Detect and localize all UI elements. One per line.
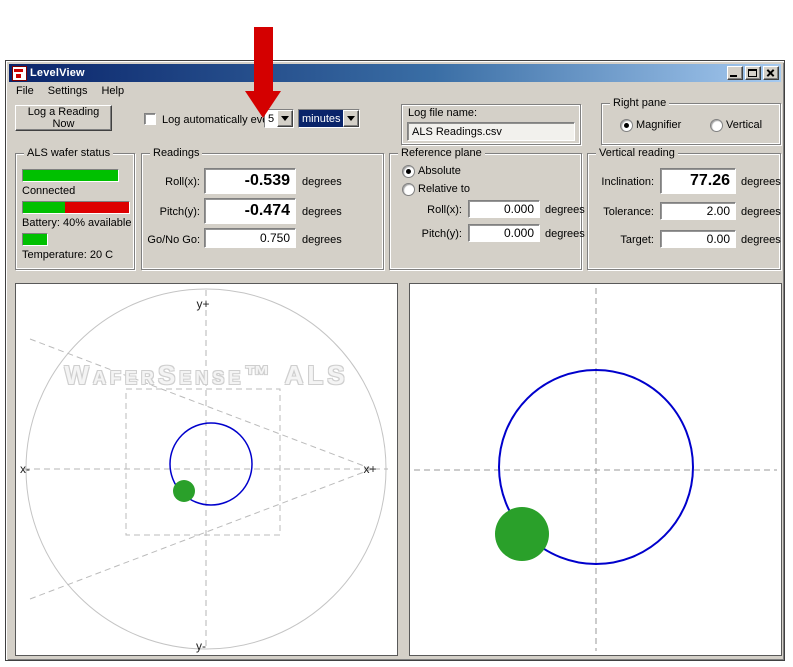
menu-file[interactable]: File bbox=[9, 84, 41, 98]
battery-bar bbox=[22, 201, 130, 214]
ref-pitch-label: Pitch(y): bbox=[421, 228, 462, 240]
target-label: Target: bbox=[620, 234, 654, 246]
interval-combo[interactable]: 5 bbox=[264, 109, 294, 128]
reference-plane-group: Reference plane Absolute Relative to Rol… bbox=[389, 147, 585, 270]
connection-bar bbox=[22, 169, 119, 182]
absolute-radio[interactable] bbox=[402, 165, 415, 178]
gonogo-unit: degrees bbox=[302, 234, 342, 246]
axis-label-y-plus: y+ bbox=[196, 297, 209, 311]
chevron-down-icon bbox=[347, 116, 355, 121]
tolerance-value: 2.00 bbox=[660, 202, 736, 220]
pitch-label: Pitch(y): bbox=[159, 206, 200, 218]
level-bubble bbox=[173, 480, 195, 502]
relative-radio[interactable] bbox=[402, 183, 415, 196]
connection-bar-fill bbox=[23, 170, 118, 181]
relative-label: Relative to bbox=[418, 183, 470, 195]
gonogo-value: 0.750 bbox=[204, 228, 296, 248]
app-icon bbox=[12, 65, 27, 81]
roll-unit: degrees bbox=[302, 176, 342, 188]
vertical-label: Vertical bbox=[726, 119, 763, 131]
absolute-label: Absolute bbox=[418, 165, 461, 177]
ref-pitch-unit: degrees bbox=[545, 228, 585, 240]
pitch-unit: degrees bbox=[302, 206, 342, 218]
title-bar[interactable]: LevelView bbox=[9, 64, 781, 82]
window-controls bbox=[727, 66, 779, 80]
inclination-unit: degrees bbox=[741, 176, 781, 188]
magnifier-label: Magnifier bbox=[636, 119, 682, 131]
levelview-window: LevelView File Settings Help Log a Readi… bbox=[5, 60, 785, 661]
gonogo-label: Go/No Go: bbox=[147, 234, 200, 246]
log-reading-button[interactable]: Log a Reading Now bbox=[15, 105, 112, 131]
connection-status: Connected bbox=[22, 185, 76, 197]
battery-bar-fill bbox=[23, 202, 66, 213]
vertical-reading-caption: Vertical reading bbox=[596, 147, 678, 159]
temperature-bar bbox=[22, 233, 48, 246]
reference-plane-caption: Reference plane bbox=[398, 147, 485, 159]
menu-help[interactable]: Help bbox=[94, 84, 131, 98]
axis-label-y-minus: y- bbox=[196, 639, 206, 653]
log-file-label: Log file name: bbox=[408, 107, 478, 119]
roll-value: -0.539 bbox=[204, 168, 296, 194]
right-pane-group: Right pane Magnifier Vertical bbox=[601, 97, 781, 145]
readings-caption: Readings bbox=[150, 147, 203, 159]
roll-label: Roll(x): bbox=[165, 176, 200, 188]
unit-combo[interactable]: minutes bbox=[298, 109, 360, 128]
minimize-button[interactable] bbox=[727, 66, 743, 80]
wafer-status-caption: ALS wafer status bbox=[24, 147, 114, 159]
right-pane-caption: Right pane bbox=[610, 97, 670, 109]
log-auto-label: Log automatically every bbox=[162, 114, 278, 126]
battery-bar-empty bbox=[65, 202, 129, 213]
temperature-status: Temperature: 20 C bbox=[22, 249, 114, 261]
vertical-radio[interactable] bbox=[710, 119, 723, 132]
axis-label-x-plus: x+ bbox=[363, 462, 376, 476]
unit-combo-value: minutes bbox=[299, 110, 343, 127]
inclination-label: Inclination: bbox=[601, 176, 654, 188]
unit-combo-button[interactable] bbox=[343, 110, 359, 127]
log-auto-checkbox[interactable] bbox=[144, 113, 156, 125]
wafer-status-group: ALS wafer status Connected Battery: 40% … bbox=[15, 147, 135, 270]
magnifier-radio[interactable] bbox=[620, 119, 633, 132]
maximize-button[interactable] bbox=[745, 66, 761, 80]
inclination-value: 77.26 bbox=[660, 168, 736, 194]
target-value: 0.00 bbox=[660, 230, 736, 248]
minimize-icon bbox=[730, 75, 737, 77]
maximize-icon bbox=[748, 69, 757, 77]
level-display-panel: y+ y- x- x+ WaferSense™ ALS bbox=[15, 283, 398, 656]
log-file-group: Log file name: ALS Readings.csv bbox=[401, 104, 581, 145]
temperature-bar-fill bbox=[23, 234, 47, 245]
magnifier-plot bbox=[414, 288, 777, 651]
tolerance-label: Tolerance: bbox=[603, 206, 654, 218]
ref-pitch-value: 0.000 bbox=[468, 224, 540, 242]
target-unit: degrees bbox=[741, 234, 781, 246]
axis-label-x-minus: x- bbox=[20, 462, 30, 476]
interval-combo-value: 5 bbox=[265, 110, 277, 127]
tolerance-unit: degrees bbox=[741, 206, 781, 218]
menu-settings[interactable]: Settings bbox=[41, 84, 95, 98]
ref-roll-unit: degrees bbox=[545, 204, 585, 216]
close-button[interactable] bbox=[763, 66, 779, 80]
level-display-plot: y+ y- x- x+ bbox=[20, 288, 388, 653]
log-file-field[interactable]: ALS Readings.csv bbox=[407, 122, 575, 141]
vertical-reading-group: Vertical reading Inclination: 77.26 degr… bbox=[587, 147, 781, 270]
chevron-down-icon bbox=[281, 116, 289, 121]
readings-group: Readings Roll(x): -0.539 degrees Pitch(y… bbox=[141, 147, 384, 270]
pitch-value: -0.474 bbox=[204, 198, 296, 224]
ref-roll-value: 0.000 bbox=[468, 200, 540, 218]
magnifier-panel bbox=[409, 283, 782, 656]
interval-combo-button[interactable] bbox=[277, 110, 293, 127]
ref-roll-label: Roll(x): bbox=[427, 204, 462, 216]
lower-guide-line bbox=[29, 468, 373, 600]
battery-status: Battery: 40% available bbox=[22, 217, 132, 229]
upper-guide-line bbox=[29, 338, 373, 470]
magnifier-level-bubble bbox=[495, 507, 549, 561]
window-title: LevelView bbox=[30, 67, 85, 79]
